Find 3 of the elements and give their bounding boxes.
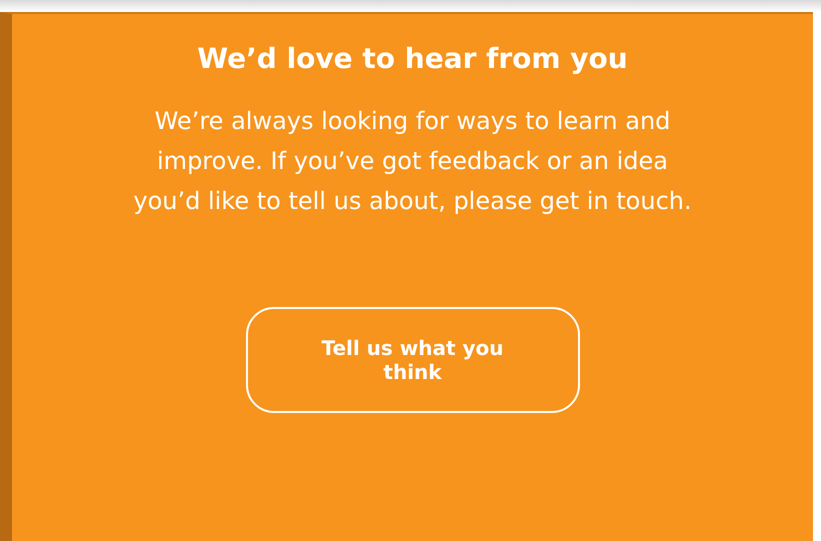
panel-title: We’d love to hear from you	[197, 42, 628, 75]
feedback-button[interactable]: Tell us what you think	[246, 307, 580, 413]
panel-description: We’re always looking for ways to learn and improve. If you’ve got feedback or an idea you’d like to tell us about, please get in touch.	[132, 106, 692, 217]
